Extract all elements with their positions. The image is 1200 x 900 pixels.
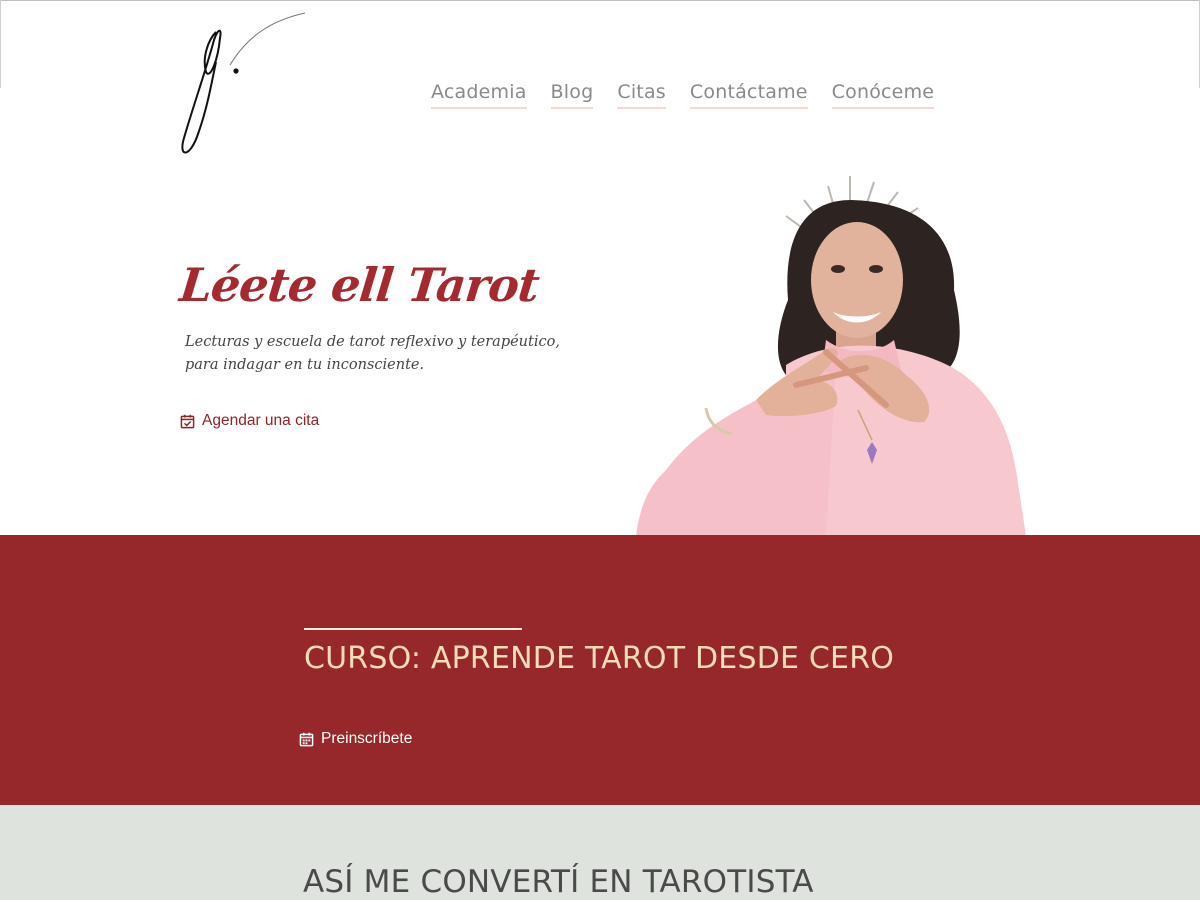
book-appointment-label: Agendar una cita [202,412,320,429]
calendar-icon [299,732,314,746]
preregister-label: Preinscríbete [321,730,413,747]
nav-blog[interactable]: Blog [550,79,594,109]
nav-conoceme[interactable]: Conóceme [831,79,935,109]
calendar-check-icon [180,414,195,428]
book-appointment-button[interactable]: Agendar una cita [180,412,319,430]
nav-academia[interactable]: Academia [431,79,527,109]
tarot-reader-portrait [636,176,1026,536]
course-divider [304,628,522,630]
top-border [0,0,1200,1]
preregister-button[interactable]: Preinscríbete [299,730,412,748]
about-title: ASÍ ME CONVERTÍ EN TAROTISTA [303,864,814,900]
hero-title: Léete ell Tarot [177,258,542,312]
signature-logo[interactable] [178,10,308,160]
nav-contactame[interactable]: Contáctame [689,79,808,109]
signature-logo-icon [181,12,306,154]
left-border [0,0,1,88]
hero-subtitle: Lecturas y escuela de tarot reflexivo y … [185,334,560,373]
course-title: CURSO: APRENDE TAROT DESDE CERO [304,641,895,676]
nav-citas[interactable]: Citas [617,79,666,109]
main-nav: Academia Blog Citas Contáctame Conóceme [431,79,935,109]
